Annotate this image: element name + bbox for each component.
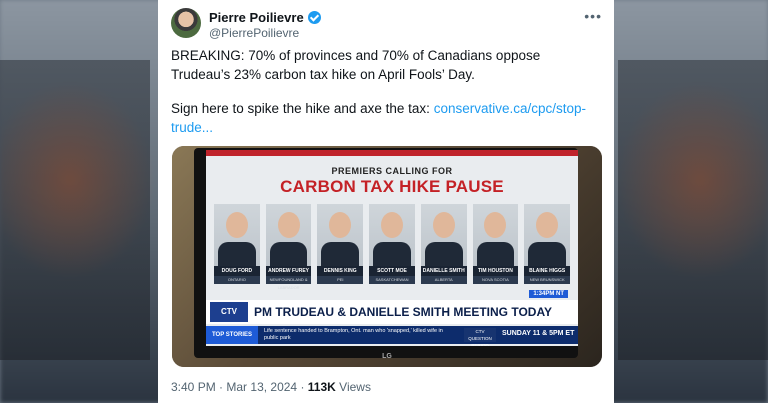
premier-name: DOUG FORD <box>214 266 260 276</box>
meta-separator: · <box>300 380 308 394</box>
premier-portrait: BLAINE HIGGS NEW BRUNSWICK <box>524 204 571 284</box>
premier-region: ALBERTA <box>420 276 467 284</box>
premier-region: ONTARIO <box>214 276 260 284</box>
tv-brand-logo: LG <box>382 353 392 360</box>
time-badge: 1:34PM NT <box>529 290 568 298</box>
views-label: Views <box>339 380 371 394</box>
question-period-logo: CTV QUESTION PERIOD <box>464 328 496 346</box>
tweet-time[interactable]: 3:40 PM <box>171 380 216 394</box>
tweet-text-line1: BREAKING: 70% of provinces and 70% of Ca… <box>171 48 541 82</box>
ticker-text: Life sentence handed to Brampton, Ont. m… <box>264 328 443 341</box>
premier-portrait: DENNIS KING PEI <box>317 204 364 284</box>
tweet-text-line2: Sign here to spike the hike and axe the … <box>171 99 596 137</box>
screen-top-bar <box>206 150 578 156</box>
author-name-row: Pierre Poilievre <box>209 10 321 25</box>
background-tv-right <box>618 60 768 360</box>
premier-suit <box>321 242 360 266</box>
lower-third-text: PM TRUDEAU & DANIELLE SMITH MEETING TODA… <box>254 305 553 319</box>
premier-suit <box>424 242 463 266</box>
premier-suit <box>476 242 515 266</box>
premier-suit <box>218 242 256 266</box>
premier-portrait: DANIELLE SMITH ALBERTA <box>420 204 467 284</box>
premier-face <box>432 212 455 238</box>
tv-headline: CARBON TAX HIKE PAUSE <box>280 177 504 196</box>
author-handle[interactable]: @PierrePoilievre <box>209 26 299 40</box>
premier-suit <box>528 242 567 266</box>
premier-face <box>536 212 559 238</box>
ctv-news-logo: CTV NEWS CHANNEL <box>210 302 248 336</box>
premier-face <box>484 212 507 238</box>
premier-face <box>277 212 300 238</box>
tv-subtitle: PREMIERS CALLING FOR <box>331 166 453 176</box>
premier-name: ANDREW FUREY <box>265 266 312 276</box>
program-time: SUNDAY 11 & 5PM ET <box>502 330 575 337</box>
more-options-icon[interactable]: ••• <box>584 8 602 24</box>
views-count: 113K <box>307 380 336 394</box>
tweet-card: Pierre Poilievre @PierrePoilievre ••• BR… <box>158 0 614 403</box>
background-tv-left <box>0 60 150 360</box>
author-name[interactable]: Pierre Poilievre <box>209 10 304 25</box>
premier-region: SASKATCHEWAN <box>369 276 415 284</box>
premier-portrait: DOUG FORD ONTARIO <box>214 204 260 284</box>
premier-portrait: TIM HOUSTON NOVA SCOTIA <box>472 204 519 284</box>
tweet-text: BREAKING: 70% of provinces and 70% of Ca… <box>171 46 596 152</box>
premier-region: PEI <box>317 276 364 284</box>
tweet-header: Pierre Poilievre @PierrePoilievre ••• <box>171 8 602 40</box>
premier-name: BLAINE HIGGS <box>524 266 571 276</box>
tweet-date[interactable]: Mar 13, 2024 <box>226 380 297 394</box>
premier-face <box>329 212 352 238</box>
premier-portrait: SCOTT MOE SASKATCHEWAN <box>369 204 415 284</box>
tweet-meta: 3:40 PM · Mar 13, 2024 · 113K Views <box>171 380 371 394</box>
premier-name: DENNIS KING <box>317 266 364 276</box>
premier-name: TIM HOUSTON <box>472 266 519 276</box>
premier-suit <box>269 242 308 266</box>
premier-face <box>225 212 248 238</box>
premier-region: NOVA SCOTIA <box>472 276 519 284</box>
premier-region: NEW BRUNSWICK <box>524 276 571 284</box>
premier-name: SCOTT MOE <box>369 266 415 276</box>
premier-portrait: ANDREW FUREY NEWFOUNDLAND & LABRADOR <box>265 204 312 290</box>
premier-region: NEWFOUNDLAND & LABRADOR <box>265 276 312 290</box>
premier-suit <box>373 242 411 266</box>
avatar[interactable] <box>171 8 201 38</box>
verified-badge-icon <box>307 11 321 24</box>
premier-portraits: DOUG FORD ONTARIO ANDREW FUREY NEWFOUNDL… <box>214 204 571 290</box>
tweet-text-cta: Sign here to spike the hike and axe the … <box>171 101 430 116</box>
premier-face <box>381 212 404 238</box>
tv-screen: PREMIERS CALLING FOR CARBON TAX HIKE PAU… <box>206 150 578 346</box>
ticker-tag: TOP STORIES <box>206 326 258 344</box>
news-ticker: TOP STORIES Life sentence handed to Bram… <box>206 326 578 346</box>
lower-third: CTV NEWS CHANNEL PM TRUDEAU & DANIELLE S… <box>206 300 578 336</box>
tweet-media-image[interactable]: PREMIERS CALLING FOR CARBON TAX HIKE PAU… <box>172 146 602 367</box>
premier-name: DANIELLE SMITH <box>420 266 467 276</box>
